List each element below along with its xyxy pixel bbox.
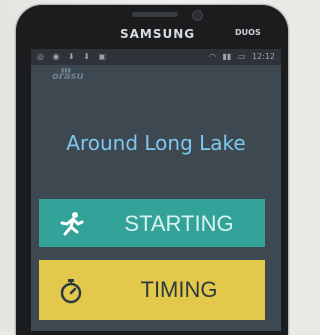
timing-button-label: TIMING — [140, 277, 218, 302]
wifi-icon: ◠ — [208, 52, 216, 61]
speaker-grille — [132, 12, 178, 17]
notification-icons: ◎ ◉ ⬇ ⬇ ▣ — [37, 52, 110, 61]
device-brand: SAMSUNG — [120, 27, 196, 41]
signal-icon: ▮▮ — [222, 52, 232, 61]
status-time: 12:12 — [251, 52, 275, 61]
battery-icon: ▭ — [237, 52, 246, 61]
device-model-badge: DUOS — [235, 28, 261, 37]
runner-icon — [60, 212, 84, 236]
status-right: ◠ ▮▮ ▭ 12:12 — [205, 52, 275, 61]
starting-button-label: STARTING — [124, 211, 234, 236]
stopwatch-icon — [60, 279, 82, 304]
starting-button[interactable]: STARTING — [39, 199, 265, 247]
page-title: Around Long Lake — [66, 131, 246, 155]
status-bar: ◎ ◉ ⬇ ⬇ ▣ ◠ ▮▮ ▭ 12:12 — [31, 49, 281, 65]
timing-button[interactable]: TIMING — [39, 260, 265, 320]
front-camera — [192, 10, 203, 21]
app-screen: ◎ ◉ ⬇ ⬇ ▣ ◠ ▮▮ ▭ 12:12 ▮▮▮ orasu Around … — [31, 49, 281, 331]
app-logo: orasu — [52, 71, 84, 82]
